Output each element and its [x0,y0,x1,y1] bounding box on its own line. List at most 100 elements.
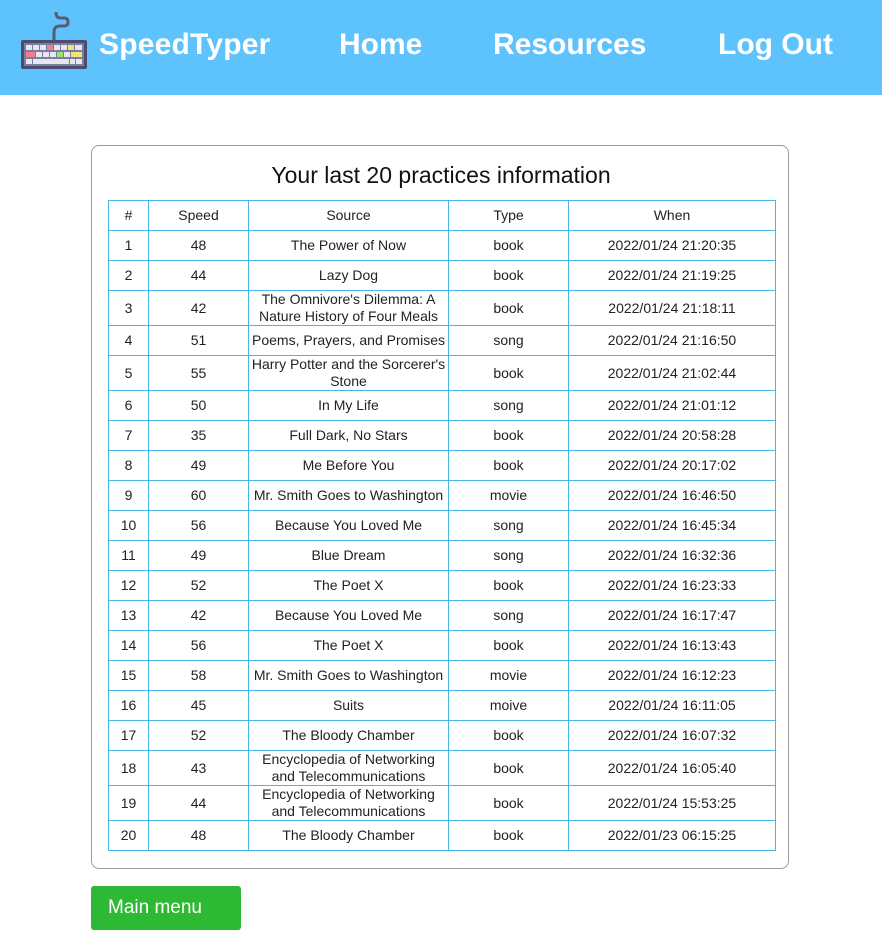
header-type: Type [448,200,569,231]
speed-cell: 48 [148,230,249,261]
table-row: 19 44 Encyclopedia of Networking and Telec… [108,785,776,821]
source-cell: Me Before You [248,450,449,481]
row-number: 8 [108,450,149,481]
when-cell: 2022/01/24 16:17:47 [568,600,776,631]
nav-resources-link[interactable]: Resources [493,27,646,63]
table-header-row: # Speed Source Type When [108,200,776,231]
speed-cell: 35 [148,420,249,451]
source-cell: Lazy Dog [248,260,449,291]
source-cell: Suits [248,690,449,721]
speed-cell: 56 [148,510,249,541]
speed-cell: 50 [148,390,249,421]
type-cell: book [448,720,569,751]
table-row: 11 49 Blue Dream song 2022/01/24 16:32:36 [108,540,776,571]
when-cell: 2022/01/24 16:13:43 [568,630,776,661]
source-cell: Mr. Smith Goes to Washington [248,660,449,691]
type-cell: book [448,785,569,821]
table-row: 1 48 The Power of Now book 2022/01/24 21:20:… [108,230,776,261]
speed-cell: 49 [148,450,249,481]
table-row: 7 35 Full Dark, No Stars book 2022/01/24 20:… [108,420,776,451]
table-row: 14 56 The Poet Xbook 2022/01/24 16:13:43 [108,630,776,661]
speed-cell: 42 [148,600,249,631]
speed-cell: 58 [148,660,249,691]
keyboard-icon[interactable] [20,12,88,70]
type-cell: song [448,325,569,356]
speed-cell: 56 [148,630,249,661]
speed-cell: 60 [148,480,249,511]
source-cell: Because You Loved Me [248,600,449,631]
type-cell: movie [448,480,569,511]
source-cell: The Omnivore's Dilemma: A Nature History… [248,290,449,326]
when-cell: 2022/01/24 16:45:34 [568,510,776,541]
table-row: 17 52 The Bloody Chamber book 2022/01/24 16:… [108,720,776,751]
table-row: 9 60 Mr. Smith Goes to Washington movie 2022… [108,480,776,511]
table-row: 6 50 In My Life song 2022/01/24 21:01:12 [108,390,776,421]
when-cell: 2022/01/24 16:12:23 [568,660,776,691]
brand-name[interactable]: SpeedTyper [99,27,271,63]
when-cell: 2022/01/24 21:18:11 [568,290,776,326]
table-row: 4 51 Poems, Prayers, and Promises song 2022/… [108,325,776,356]
source-cell: Because You Loved Me [248,510,449,541]
practices-table: # Speed Source Type When 1 48 The Power of… [108,200,776,851]
source-cell: The Bloody Chamber [248,720,449,751]
source-cell: The Bloody Chamber [248,820,449,851]
type-cell: song [448,540,569,571]
source-cell: Poems, Prayers, and Promises [248,325,449,356]
speed-cell: 51 [148,325,249,356]
row-number: 16 [108,690,149,721]
type-cell: book [448,450,569,481]
speed-cell: 55 [148,355,249,391]
when-cell: 2022/01/24 15:53:25 [568,785,776,821]
row-number: 14 [108,630,149,661]
header-when: When [568,200,776,231]
nav-home-link[interactable]: Home [339,27,422,63]
table-row: 2 44 Lazy Dog book 2022/01/24 21:19:25 [108,260,776,291]
row-number: 19 [108,785,149,821]
table-row: 15 58 Mr. Smith Goes to Washington movie 202… [108,660,776,691]
type-cell: movie [448,660,569,691]
when-cell: 2022/01/24 21:19:25 [568,260,776,291]
speed-cell: 45 [148,690,249,721]
table-row: 13 42 Because You Loved Me song 2022/01/24 1… [108,600,776,631]
when-cell: 2022/01/24 16:05:40 [568,750,776,786]
row-number: 10 [108,510,149,541]
row-number: 1 [108,230,149,261]
when-cell: 2022/01/24 16:23:33 [568,570,776,601]
table-row: 20 48 The Bloody Chamber book 2022/01/23 06:… [108,820,776,851]
type-cell: moive [448,690,569,721]
type-cell: book [448,630,569,661]
practices-card: Your last 20 practices information # Spe… [91,145,789,869]
row-number: 3 [108,290,149,326]
row-number: 7 [108,420,149,451]
row-number: 5 [108,355,149,391]
source-cell: Mr. Smith Goes to Washington [248,480,449,511]
header-number: # [108,200,149,231]
type-cell: book [448,355,569,391]
row-number: 15 [108,660,149,691]
when-cell: 2022/01/24 16:07:32 [568,720,776,751]
top-navbar: SpeedTyper Home Resources Log Out [0,0,882,95]
table-row: 18 43 Encyclopedia of Networking and Telec… [108,750,776,786]
when-cell: 2022/01/24 16:11:05 [568,690,776,721]
row-number: 2 [108,260,149,291]
when-cell: 2022/01/24 16:32:36 [568,540,776,571]
speed-cell: 52 [148,720,249,751]
type-cell: book [448,570,569,601]
type-cell: song [448,390,569,421]
table-row: 12 52 The Poet Xbook 2022/01/24 16:23:33 [108,570,776,601]
source-cell: Encyclopedia of Networking and Telecommu… [248,750,449,786]
when-cell: 2022/01/24 21:01:12 [568,390,776,421]
type-cell: song [448,600,569,631]
row-number: 20 [108,820,149,851]
speed-cell: 43 [148,750,249,786]
speed-cell: 52 [148,570,249,601]
nav-logout-link[interactable]: Log Out [718,27,833,63]
source-cell: Harry Potter and the Sorcerer's Stone [248,355,449,391]
speed-cell: 42 [148,290,249,326]
type-cell: book [448,290,569,326]
type-cell: book [448,750,569,786]
table-row: 16 45 Suits moive 2022/01/24 16:11:05 [108,690,776,721]
speed-cell: 44 [148,785,249,821]
source-cell: The Power of Now [248,230,449,261]
main-menu-button[interactable]: Main menu [91,886,241,930]
